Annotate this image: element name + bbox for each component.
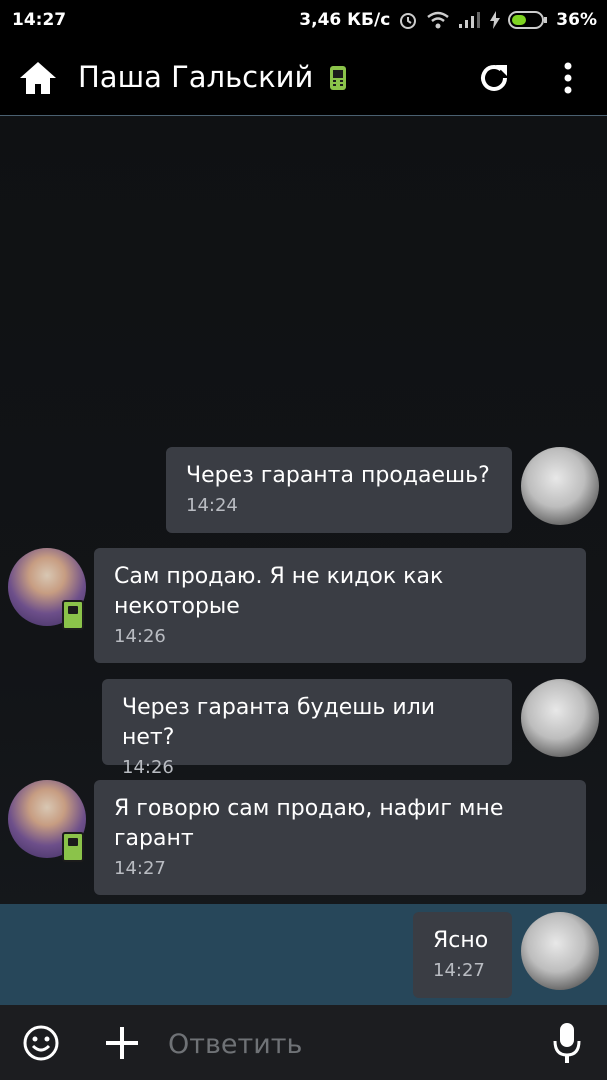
message-bubble-incoming[interactable]: Я говорю сам продаю, нафиг мне гарант 14… (94, 780, 586, 895)
input-bar (0, 1005, 607, 1080)
message-bubble-outgoing[interactable]: Через гаранта будешь или нет? 14:26 (102, 679, 512, 778)
microphone-icon[interactable] (552, 1021, 582, 1065)
status-icons: 3,46 КБ/с 36% (299, 10, 597, 30)
battery-icon (508, 11, 548, 29)
network-speed: 3,46 КБ/с (299, 10, 391, 30)
alarm-icon (398, 10, 418, 30)
app-bar: Паша Гальский (0, 42, 607, 116)
message-bubble-outgoing[interactable]: Ясно 14:27 (413, 912, 512, 998)
message-time: 14:24 (186, 495, 238, 516)
charging-icon (490, 11, 501, 29)
message-bubble-incoming[interactable]: Сам продаю. Я не кидок как некоторые 14:… (94, 548, 586, 663)
mobile-status-icon (330, 66, 346, 94)
emoji-icon[interactable] (22, 1024, 60, 1062)
status-time: 14:27 (12, 10, 67, 30)
wifi-icon (426, 11, 450, 29)
avatar-self[interactable] (521, 912, 599, 990)
reply-input[interactable] (166, 1023, 540, 1065)
attach-plus-icon[interactable] (104, 1025, 140, 1061)
status-bar: 14:27 3,46 КБ/с 36% (0, 0, 607, 42)
battery-percent: 36% (556, 10, 597, 30)
mobile-status-icon (62, 832, 84, 862)
refresh-button[interactable] (474, 58, 514, 98)
more-icon[interactable] (552, 58, 584, 98)
mobile-status-icon (62, 600, 84, 630)
message-time: 14:27 (433, 960, 485, 981)
message-text: Сам продаю. Я не кидок как некоторые (114, 564, 444, 619)
message-text: Ясно (433, 928, 489, 953)
message-time: 14:26 (122, 757, 174, 778)
avatar-self[interactable] (521, 679, 599, 757)
chat-area[interactable]: Через гаранта продаешь? 14:24 Сам продаю… (0, 116, 607, 1005)
chat-title: Паша Гальский (78, 60, 314, 94)
message-time: 14:27 (114, 858, 166, 879)
message-time: 14:26 (114, 626, 166, 647)
highlighted-message-row (0, 904, 607, 1005)
message-text: Через гаранта будешь или нет? (122, 695, 436, 750)
signal-icon (458, 11, 482, 29)
message-bubble-outgoing[interactable]: Через гаранта продаешь? 14:24 (166, 447, 512, 533)
message-text: Я говорю сам продаю, нафиг мне гарант (114, 796, 504, 851)
avatar-self[interactable] (521, 447, 599, 525)
message-text: Через гаранта продаешь? (186, 463, 490, 488)
home-icon[interactable] (18, 58, 58, 98)
